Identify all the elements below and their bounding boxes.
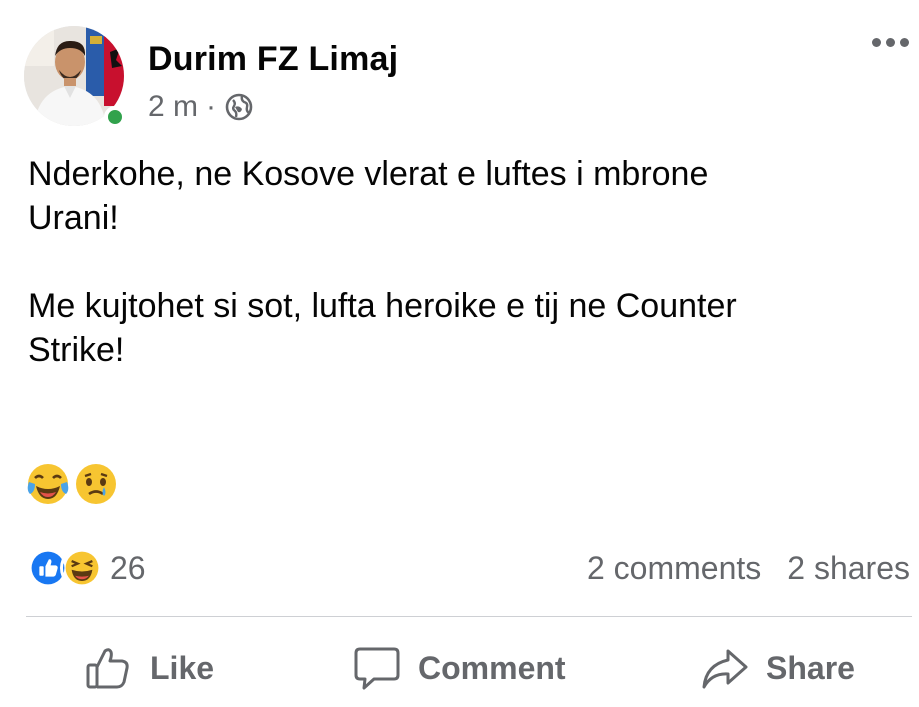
post-emojis bbox=[26, 462, 118, 511]
like-label: Like bbox=[150, 649, 215, 686]
comment-bubble-icon bbox=[352, 643, 402, 693]
more-dot bbox=[872, 38, 881, 47]
reaction-icons[interactable] bbox=[26, 546, 104, 590]
post-text-line: Me kujtohet si sot, lufta heroike e tij … bbox=[28, 287, 737, 325]
comment-label: Comment bbox=[418, 649, 566, 686]
more-dot bbox=[886, 38, 895, 47]
meta-separator: · bbox=[206, 90, 217, 123]
engagement-counts: 2 comments 2 shares bbox=[587, 550, 910, 587]
comments-count-link[interactable]: 2 comments bbox=[587, 550, 761, 587]
comment-button[interactable]: Comment bbox=[352, 636, 566, 700]
post-text-line: Urani! bbox=[28, 199, 119, 237]
more-options-icon[interactable] bbox=[872, 38, 909, 47]
more-dot bbox=[900, 38, 909, 47]
facebook-post: Durim FZ Limaj 2 m · Nderkohe, ne Kosove… bbox=[0, 0, 919, 707]
shares-count-link[interactable]: 2 shares bbox=[787, 550, 910, 587]
share-label: Share bbox=[766, 649, 855, 686]
post-text-line: Strike! bbox=[28, 331, 125, 369]
post-time[interactable]: 2 m bbox=[148, 90, 198, 124]
divider bbox=[26, 616, 912, 617]
thumbs-up-icon bbox=[84, 643, 134, 693]
like-button[interactable]: Like bbox=[84, 636, 214, 700]
post-meta: 2 m · bbox=[148, 90, 254, 124]
paragraph-spacer bbox=[28, 240, 888, 284]
online-status-dot bbox=[104, 106, 126, 128]
share-arrow-icon bbox=[700, 643, 750, 693]
reactions-summary: 26 2 comments 2 shares bbox=[26, 544, 910, 592]
post-body: Nderkohe, ne Kosove vlerat e luftes i mb… bbox=[28, 152, 888, 372]
globe-icon[interactable] bbox=[224, 92, 254, 122]
crying-face-icon bbox=[74, 462, 118, 511]
haha-reaction-icon bbox=[60, 546, 104, 590]
reaction-count[interactable]: 26 bbox=[110, 550, 146, 587]
face-with-tears-of-joy-icon bbox=[26, 462, 70, 511]
post-text-line: Nderkohe, ne Kosove vlerat e luftes i mb… bbox=[28, 155, 709, 193]
author-avatar[interactable] bbox=[24, 26, 128, 130]
action-bar: Like Comment Share bbox=[0, 636, 919, 700]
share-button[interactable]: Share bbox=[700, 636, 855, 700]
author-name[interactable]: Durim FZ Limaj bbox=[148, 40, 398, 79]
